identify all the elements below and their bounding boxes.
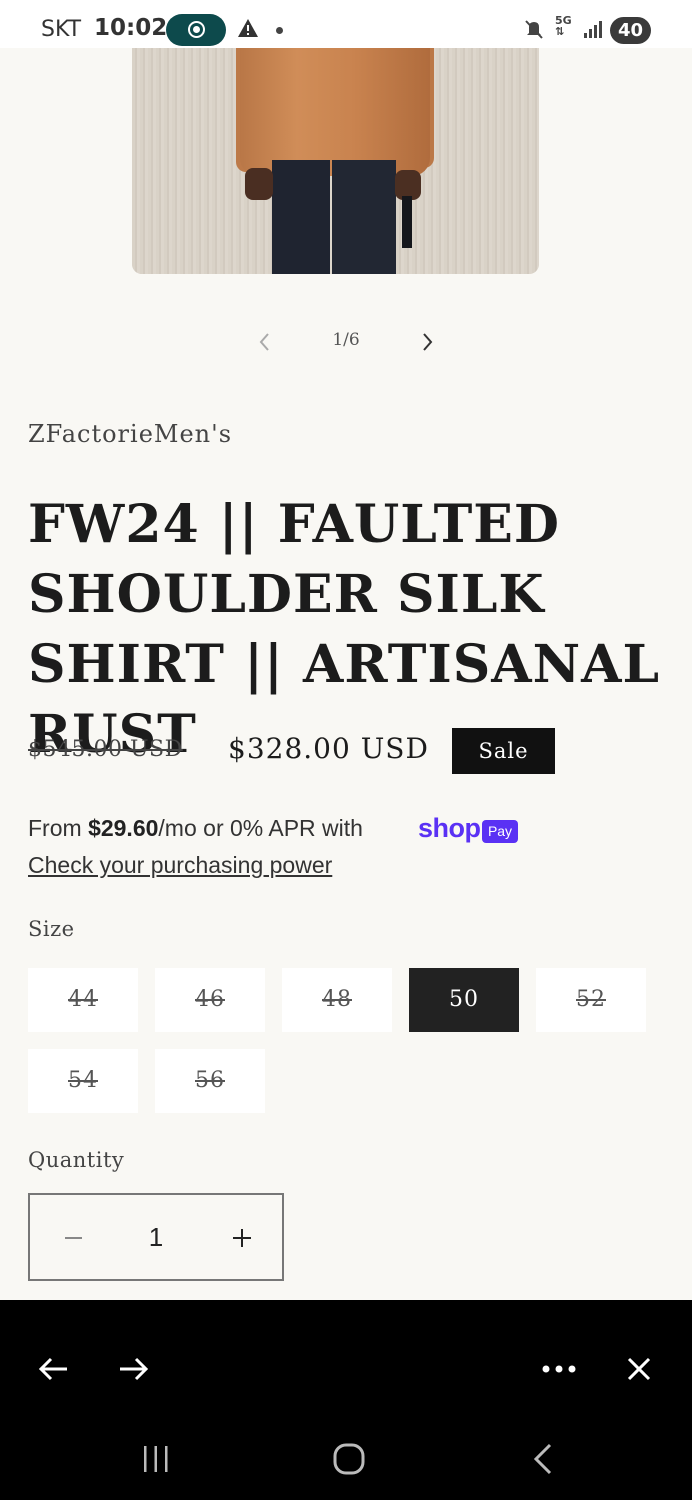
recents-icon[interactable]	[140, 1444, 172, 1474]
back-arrow-icon[interactable]	[38, 1355, 70, 1383]
screen-record-icon	[166, 14, 226, 46]
installment-amount: $29.60	[88, 815, 159, 841]
size-option-46[interactable]: 46	[155, 968, 265, 1032]
minus-icon[interactable]	[30, 1195, 114, 1279]
mute-icon	[525, 20, 543, 39]
chevron-left-icon[interactable]	[254, 330, 276, 354]
more-icon[interactable]	[541, 1362, 577, 1376]
size-label: Size	[28, 917, 75, 941]
quantity-label: Quantity	[28, 1148, 125, 1172]
5g-icon: 5G ⇅	[555, 14, 572, 38]
quantity-stepper: 1	[28, 1193, 284, 1281]
plus-icon[interactable]	[198, 1195, 282, 1279]
sale-price: $328.00 USD	[228, 732, 429, 765]
check-purchasing-power-link[interactable]: Check your purchasing power	[28, 852, 332, 879]
signal-icon	[584, 21, 602, 38]
size-option-48[interactable]: 48	[282, 968, 392, 1032]
close-icon[interactable]	[626, 1356, 652, 1382]
product-vendor: ZFactorieMen's	[28, 420, 233, 448]
quantity-input[interactable]: 1	[114, 1195, 198, 1279]
chevron-right-icon[interactable]	[416, 330, 438, 354]
clock: 10:02	[94, 15, 168, 41]
carrier-name: SKT	[41, 17, 82, 42]
size-option-50[interactable]: 50	[409, 968, 519, 1032]
notification-dot-icon	[276, 27, 283, 34]
system-nav-bar	[0, 1420, 692, 1500]
warning-icon	[238, 19, 258, 37]
status-bar: SKT 10:02 5G ⇅ 40	[0, 0, 692, 48]
size-option-56[interactable]: 56	[155, 1049, 265, 1113]
sale-badge: Sale	[452, 728, 555, 774]
product-title: FW24 || FAULTED SHOULDER SILK SHIRT || A…	[28, 494, 661, 765]
size-option-52[interactable]: 52	[536, 968, 646, 1032]
product-image[interactable]	[132, 48, 539, 274]
shop-pay-installments-text: From $29.60/mo or 0% APR with	[28, 815, 363, 841]
size-option-44[interactable]: 44	[28, 968, 138, 1032]
shop-pay-badge: Pay	[482, 820, 518, 843]
size-option-54[interactable]: 54	[28, 1049, 138, 1113]
home-icon[interactable]	[332, 1442, 366, 1476]
back-icon[interactable]	[530, 1442, 556, 1476]
battery-icon: 40	[610, 17, 651, 44]
slider-counter: 1/6	[332, 330, 360, 350]
forward-arrow-icon[interactable]	[117, 1355, 149, 1383]
regular-price: $545.00 USD	[28, 737, 183, 762]
shop-pay-logo: shop	[418, 813, 481, 843]
